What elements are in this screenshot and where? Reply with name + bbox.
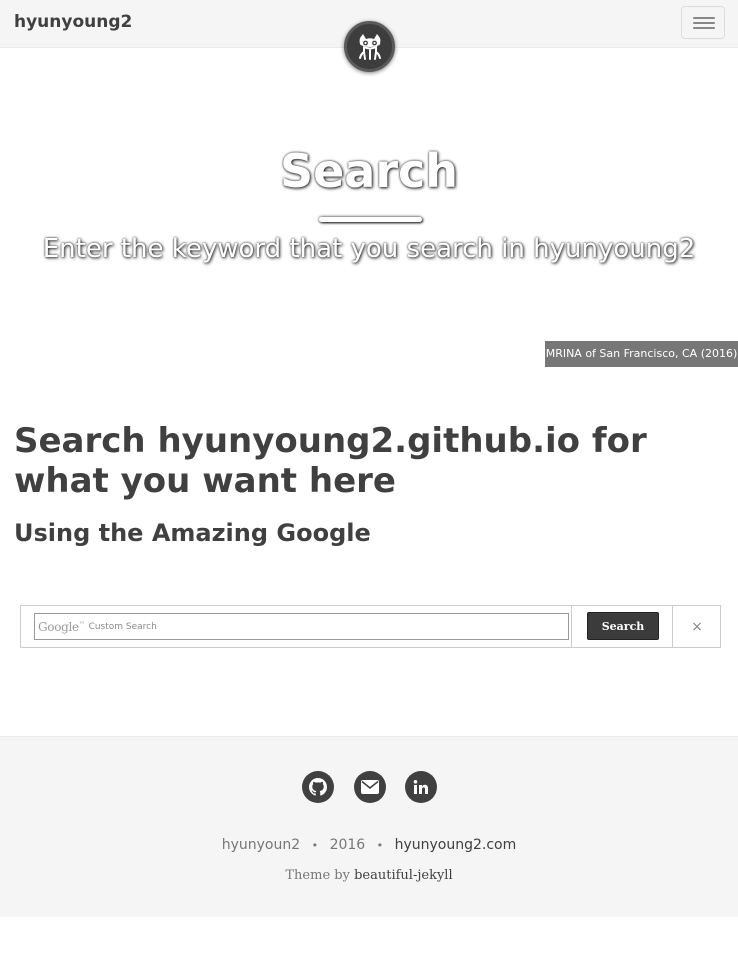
divider — [571, 606, 572, 647]
clear-search-button[interactable]: × — [673, 606, 721, 647]
theme-link[interactable]: beautiful-jekyll — [354, 868, 453, 883]
brand-link[interactable]: hyunyoung2 — [14, 12, 132, 32]
page-header: Search Enter the keyword that you search… — [0, 48, 738, 367]
menu-toggle-button[interactable] — [681, 6, 725, 39]
main-subheading: Using the Amazing Google — [14, 519, 371, 547]
github-link[interactable] — [302, 771, 334, 803]
linkedin-link[interactable] — [405, 771, 437, 803]
site-link[interactable]: hyunyoung2.com — [395, 837, 517, 853]
email-link[interactable] — [354, 771, 386, 803]
search-placeholder: Custom Search — [88, 621, 157, 632]
google-logo: Google™ — [38, 619, 85, 634]
linkedin-icon — [413, 780, 428, 794]
footer: hyunyoun2 • 2016 • hyunyoung2.com Theme … — [0, 736, 738, 917]
main-heading: Search hyunyoung2.github.io for what you… — [14, 421, 647, 501]
octocat-icon — [358, 33, 381, 60]
image-credit: MRINA of San Francisco, CA (2016) — [545, 341, 738, 367]
page-title: Search — [279, 144, 459, 198]
copyright-line: hyunyoun2 • 2016 • hyunyoung2.com — [221, 837, 517, 853]
search-button[interactable]: Search — [587, 612, 659, 640]
theme-credit: Theme by beautiful-jekyll — [0, 868, 738, 883]
github-icon — [309, 778, 327, 796]
title-divider — [319, 217, 422, 222]
footer-author: hyunyoun2 — [221, 837, 301, 853]
footer-year: 2016 — [329, 837, 366, 853]
envelope-icon — [361, 780, 379, 794]
google-custom-search: Google™ Custom Search Search × — [20, 605, 721, 648]
search-input[interactable]: Google™ Custom Search — [34, 613, 569, 640]
hamburger-menu-icon — [693, 17, 715, 19]
page-subtitle: Enter the keyword that you search in hyu… — [42, 234, 696, 264]
avatar[interactable] — [344, 21, 395, 72]
theme-prefix: Theme by — [285, 868, 350, 883]
